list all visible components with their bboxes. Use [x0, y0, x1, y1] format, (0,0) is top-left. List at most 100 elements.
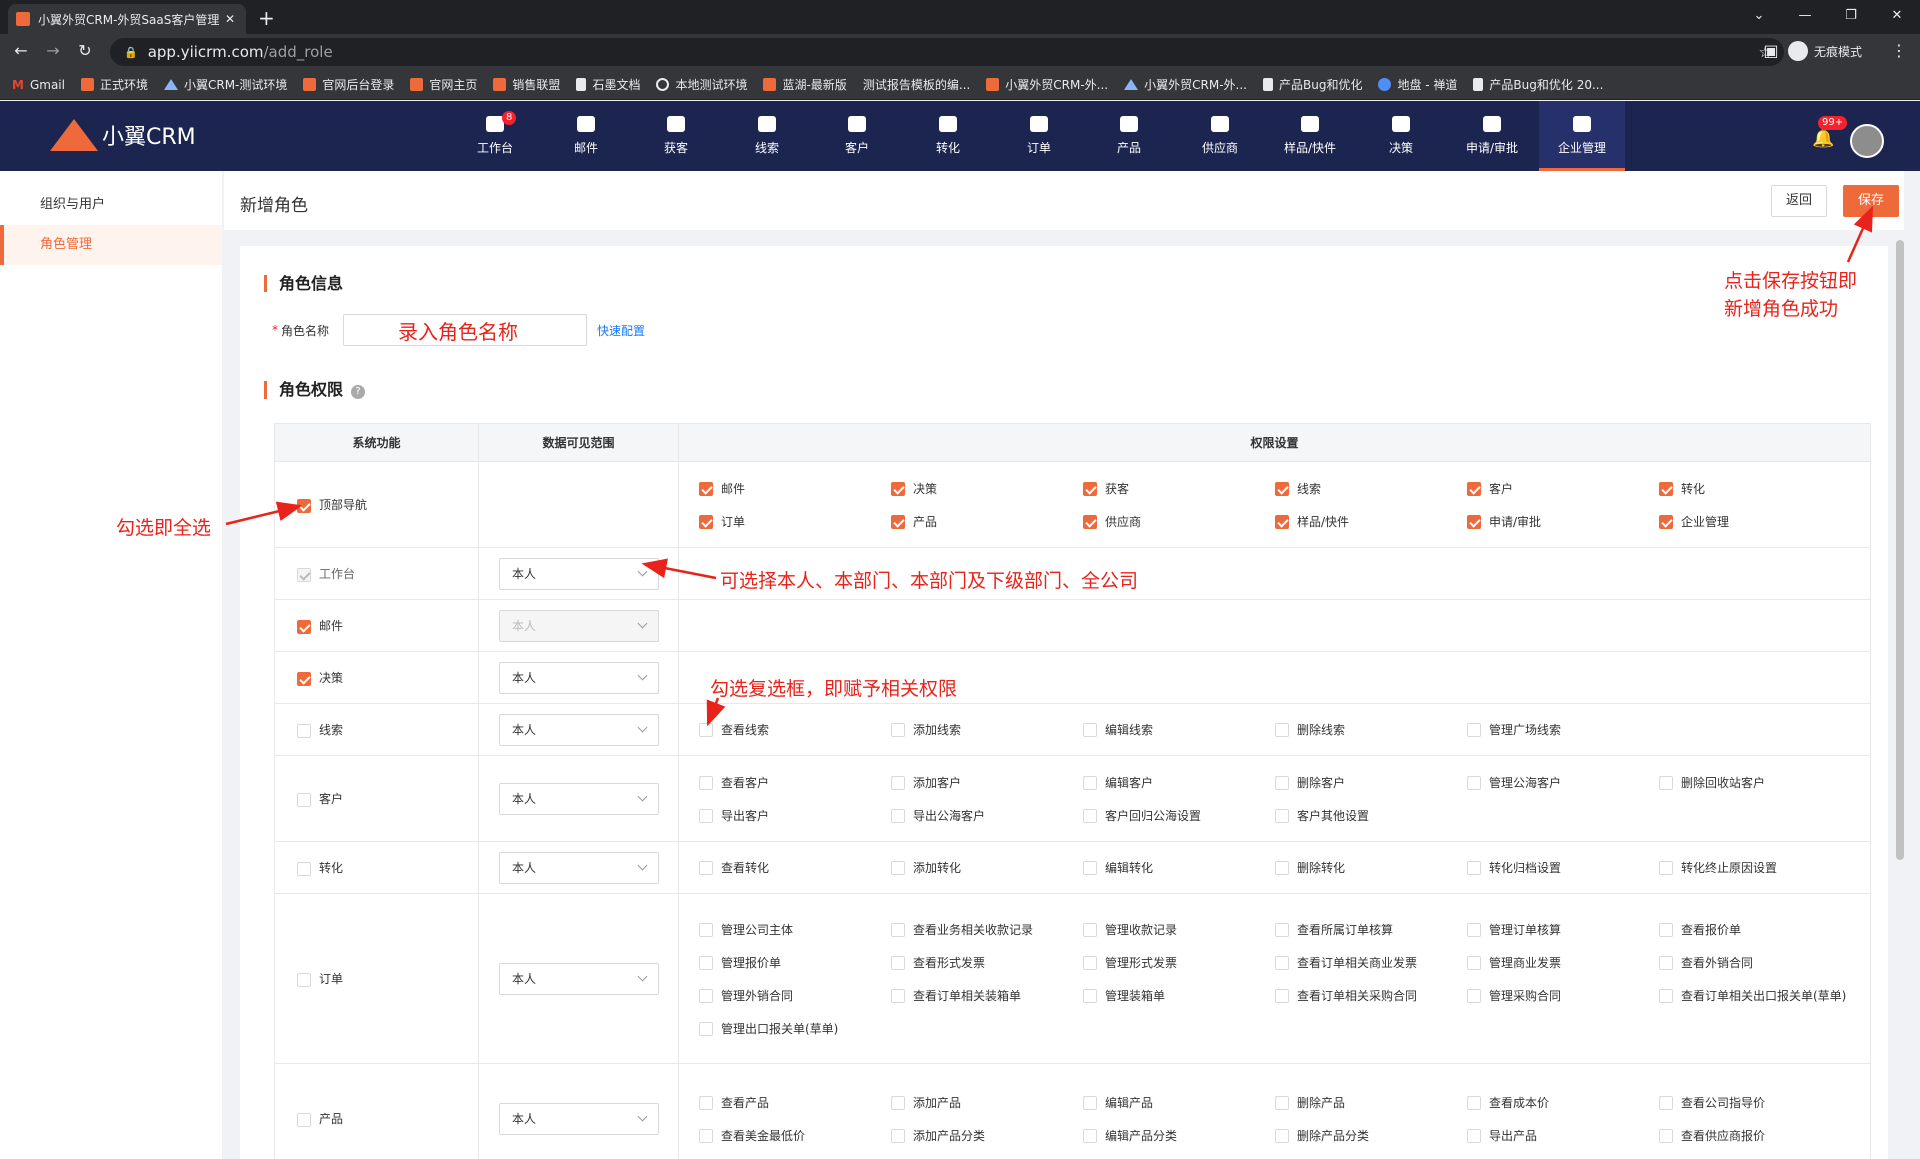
permission-option[interactable]: 企业管理: [1659, 508, 1851, 535]
permission-checkbox[interactable]: [1467, 988, 1481, 1003]
permission-checkbox[interactable]: [1467, 481, 1481, 496]
back-button[interactable]: 返回: [1771, 185, 1828, 217]
permission-checkbox[interactable]: [1275, 514, 1289, 529]
close-window-icon[interactable]: ✕: [1874, 0, 1920, 30]
permission-option[interactable]: 删除产品分类: [1275, 1122, 1467, 1149]
permission-option[interactable]: 查看订单相关装箱单: [891, 982, 1083, 1009]
bookmark-item[interactable]: 石墨文档: [576, 76, 640, 93]
nav-item[interactable]: 企业管理: [1539, 101, 1625, 171]
permission-option[interactable]: 查看业务相关收款记录: [891, 916, 1083, 943]
sidebar-item-org-users[interactable]: 组织与用户: [0, 185, 222, 225]
bookmark-item[interactable]: 产品Bug和优化 20...: [1473, 76, 1603, 93]
permission-option[interactable]: 查看转化: [699, 854, 891, 881]
bookmark-item[interactable]: M Gmail: [12, 78, 65, 93]
permission-option[interactable]: 添加产品分类: [891, 1122, 1083, 1149]
permission-checkbox[interactable]: [1083, 514, 1097, 529]
permission-option[interactable]: 编辑产品分类: [1083, 1122, 1275, 1149]
bookmark-item[interactable]: 本地测试环境: [656, 76, 747, 93]
permission-checkbox[interactable]: [1275, 481, 1289, 496]
permission-option[interactable]: 获客: [1083, 475, 1275, 502]
permission-checkbox[interactable]: [1659, 955, 1673, 970]
permission-option[interactable]: 转化: [1659, 475, 1851, 502]
bookmark-item[interactable]: 测试报告模板的编...: [863, 76, 970, 93]
permission-option[interactable]: 管理收款记录: [1083, 916, 1275, 943]
permission-checkbox[interactable]: [1275, 1128, 1289, 1143]
bookmark-item[interactable]: 正式环境: [80, 76, 148, 93]
bookmark-item[interactable]: 官网主页: [410, 76, 477, 93]
permission-option[interactable]: 编辑客户: [1083, 769, 1275, 796]
permission-option[interactable]: 客户回归公海设置: [1083, 802, 1275, 829]
permission-option[interactable]: 产品: [891, 508, 1083, 535]
permission-checkbox[interactable]: [1275, 808, 1289, 823]
scope-select[interactable]: 本人: [499, 661, 659, 694]
permission-option[interactable]: 管理广场线索: [1467, 716, 1659, 743]
permission-option[interactable]: 查看客户: [699, 769, 891, 796]
bell-icon[interactable]: 🔔: [1812, 128, 1834, 149]
permission-checkbox[interactable]: [1659, 988, 1673, 1003]
permission-option[interactable]: 管理报价单: [699, 949, 891, 976]
scope-select[interactable]: 本人: [499, 962, 659, 995]
tab-search-icon[interactable]: ⌄: [1736, 0, 1782, 30]
sidebar-item-role-management[interactable]: 角色管理: [0, 225, 222, 265]
function-checkbox[interactable]: [297, 723, 311, 738]
permission-option[interactable]: 邮件: [699, 475, 891, 502]
permission-option[interactable]: 决策: [891, 475, 1083, 502]
permission-checkbox[interactable]: [1275, 922, 1289, 937]
permission-option[interactable]: 查看美金最低价: [699, 1122, 891, 1149]
menu-kebab-icon[interactable]: ⋮: [1888, 41, 1910, 60]
permission-option[interactable]: 删除客户: [1275, 769, 1467, 796]
function-checkbox[interactable]: [297, 498, 311, 513]
function-checkbox[interactable]: [297, 1112, 311, 1127]
permission-option[interactable]: 管理装箱单: [1083, 982, 1275, 1009]
permission-checkbox[interactable]: [1275, 988, 1289, 1003]
permission-option[interactable]: 添加线索: [891, 716, 1083, 743]
nav-item[interactable]: 订单: [996, 101, 1082, 171]
permission-checkbox[interactable]: [1083, 1095, 1097, 1110]
forward-arrow-icon[interactable]: →: [42, 41, 64, 60]
permission-checkbox[interactable]: [1467, 922, 1481, 937]
browser-tab[interactable]: 小翼外贸CRM-外贸SaaS客户管理 ✕: [8, 4, 246, 34]
incognito-indicator[interactable]: 无痕模式: [1788, 41, 1862, 61]
permission-option[interactable]: 删除产品: [1275, 1089, 1467, 1116]
permission-checkbox[interactable]: [1467, 514, 1481, 529]
permission-option[interactable]: 线索: [1275, 475, 1467, 502]
function-checkbox[interactable]: [297, 619, 311, 634]
page-scrollbar[interactable]: [1896, 240, 1904, 860]
function-checkbox[interactable]: [297, 972, 311, 987]
permission-option[interactable]: 删除回收站客户: [1659, 769, 1851, 796]
permission-option[interactable]: 客户: [1467, 475, 1659, 502]
permission-option[interactable]: 查看成本价: [1467, 1089, 1659, 1116]
bookmark-item[interactable]: 小翼外贸CRM-外...: [1124, 76, 1247, 93]
permission-option[interactable]: 申请/审批: [1467, 508, 1659, 535]
permission-checkbox[interactable]: [699, 955, 713, 970]
permission-checkbox[interactable]: [1467, 1128, 1481, 1143]
permission-checkbox[interactable]: [1083, 922, 1097, 937]
nav-item[interactable]: 获客: [633, 101, 719, 171]
permission-option[interactable]: 添加产品: [891, 1089, 1083, 1116]
permission-option[interactable]: 管理公海客户: [1467, 769, 1659, 796]
permission-checkbox[interactable]: [1467, 1095, 1481, 1110]
nav-item[interactable]: 邮件: [543, 101, 629, 171]
permission-checkbox[interactable]: [699, 988, 713, 1003]
nav-item[interactable]: 工作台 8: [452, 101, 538, 171]
permission-checkbox[interactable]: [1083, 861, 1097, 875]
permission-option[interactable]: 查看公司指导价: [1659, 1089, 1851, 1116]
permission-checkbox[interactable]: [699, 808, 713, 823]
nav-item[interactable]: 决策: [1358, 101, 1444, 171]
permission-option[interactable]: 客户其他设置: [1275, 802, 1467, 829]
nav-item[interactable]: 产品: [1086, 101, 1172, 171]
permission-checkbox[interactable]: [1275, 861, 1289, 875]
permission-checkbox[interactable]: [1083, 955, 1097, 970]
permission-checkbox[interactable]: [1083, 775, 1097, 790]
permission-checkbox[interactable]: [1659, 922, 1673, 937]
permission-checkbox[interactable]: [1659, 775, 1673, 790]
permission-option[interactable]: 管理采购合同: [1467, 982, 1659, 1009]
bookmark-item[interactable]: 销售联盟: [493, 76, 560, 93]
logo[interactable]: 小翼CRM: [50, 119, 196, 151]
permission-option[interactable]: 查看所属订单核算: [1275, 916, 1467, 943]
quick-config-link[interactable]: 快速配置: [597, 322, 645, 339]
permission-checkbox[interactable]: [699, 1095, 713, 1110]
permission-checkbox[interactable]: [1275, 775, 1289, 790]
permission-option[interactable]: 查看订单相关出口报关单(草单): [1659, 982, 1851, 1009]
permission-option[interactable]: 管理外销合同: [699, 982, 891, 1009]
